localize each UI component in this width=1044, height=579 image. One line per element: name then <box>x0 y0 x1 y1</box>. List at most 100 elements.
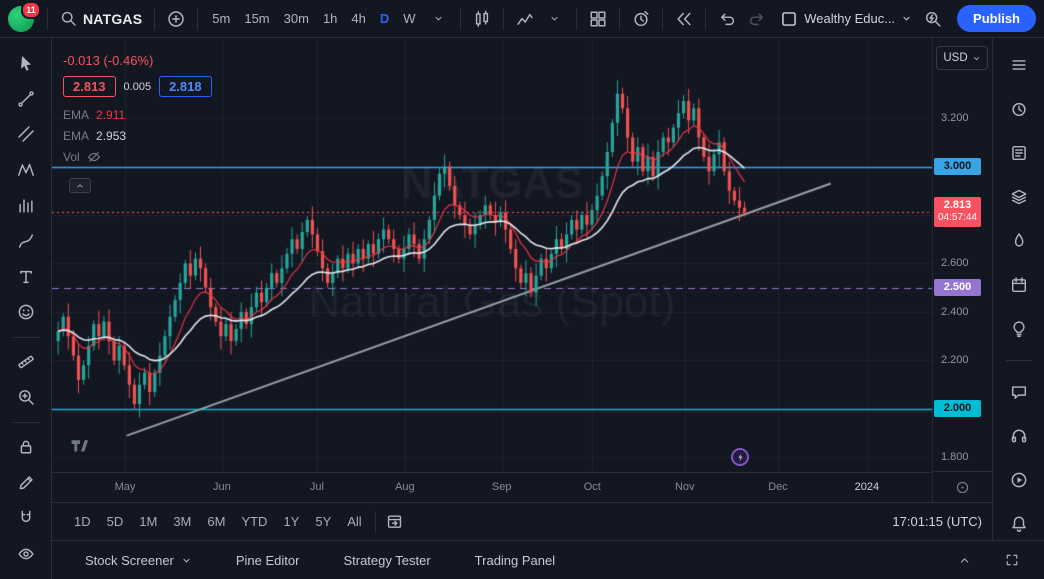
bell-button[interactable] <box>1005 509 1033 539</box>
currency-dropdown[interactable]: USD <box>936 46 988 70</box>
hotlist-button[interactable] <box>1005 226 1033 256</box>
eye-slash-icon[interactable] <box>87 150 101 164</box>
chevron-down-icon <box>433 13 444 24</box>
go-to-date-button[interactable] <box>381 508 409 536</box>
zoom-icon <box>17 388 35 406</box>
legend-collapse-button[interactable] <box>69 178 91 193</box>
bolt-icon <box>735 452 746 463</box>
headset-button[interactable] <box>1005 421 1033 451</box>
range-1d-button[interactable]: 1D <box>66 511 99 532</box>
channel-icon <box>17 125 35 143</box>
stream-button[interactable] <box>1005 465 1033 495</box>
bars-pattern-button[interactable] <box>12 192 40 219</box>
price-line-badge-3.000[interactable]: 3.000 <box>934 158 981 175</box>
sell-price-button[interactable]: 2.813 <box>63 76 116 97</box>
collapse-panel-button[interactable] <box>950 546 978 574</box>
bar-replay-button[interactable] <box>670 5 698 33</box>
buy-price-button[interactable]: 2.818 <box>159 76 212 97</box>
interval-d-button[interactable]: D <box>373 5 396 33</box>
tab-strategy-tester[interactable]: Strategy Tester <box>343 553 430 568</box>
interval-15m-button[interactable]: 15m <box>237 5 276 33</box>
create-alert-button[interactable] <box>627 5 655 33</box>
clock[interactable]: 17:01:15 (UTC) <box>892 514 982 529</box>
xabcd-icon <box>17 161 35 179</box>
range-3m-button[interactable]: 3M <box>165 511 199 532</box>
xabcd-button[interactable] <box>12 157 40 184</box>
zoom-button[interactable] <box>12 384 40 411</box>
range-5d-button[interactable]: 5D <box>99 511 132 532</box>
interval-1h-button[interactable]: 1h <box>316 5 344 33</box>
quick-search-button[interactable] <box>919 5 947 33</box>
pencil-button[interactable] <box>12 469 40 496</box>
interval-w-button[interactable]: W <box>396 5 422 33</box>
chevron-down-icon <box>181 555 192 566</box>
trend-line-button[interactable] <box>12 86 40 113</box>
text-button[interactable] <box>12 263 40 290</box>
indicators-icon <box>516 10 534 28</box>
range-6m-button[interactable]: 6M <box>199 511 233 532</box>
range-1y-button[interactable]: 1Y <box>275 511 307 532</box>
compare-add-symbol-button[interactable] <box>162 5 190 33</box>
alerts-button[interactable] <box>1005 94 1033 124</box>
tab-pine-editor[interactable]: Pine Editor <box>236 553 300 568</box>
channel-button[interactable] <box>12 121 40 148</box>
cursor-button[interactable] <box>12 50 40 77</box>
interval-5m-button[interactable]: 5m <box>205 5 237 33</box>
calendar-button[interactable] <box>1005 270 1033 300</box>
chat-button[interactable] <box>1005 377 1033 407</box>
interval-4h-button[interactable]: 4h <box>344 5 372 33</box>
time-label-oct: Oct <box>584 481 601 493</box>
idea-button[interactable] <box>1005 314 1033 344</box>
range-all-button[interactable]: All <box>339 511 369 532</box>
tab-trading-panel[interactable]: Trading Panel <box>475 553 555 568</box>
magnet-button[interactable] <box>12 505 40 532</box>
interval-dropdown-button[interactable] <box>425 5 453 33</box>
indicators-dropdown-button[interactable] <box>541 5 569 33</box>
chart-style-button[interactable] <box>468 5 496 33</box>
interval-group: 5m15m30m1h4hDW <box>205 5 422 33</box>
undo-button[interactable] <box>713 5 741 33</box>
lock-button[interactable] <box>12 434 40 461</box>
account-avatar[interactable]: 11 <box>8 6 34 32</box>
tradingview-logo[interactable] <box>67 437 93 457</box>
tab-label: Pine Editor <box>236 553 300 568</box>
current-price-badge[interactable]: 2.81304:57:44 <box>934 197 981 227</box>
tab-stock-screener[interactable]: Stock Screener <box>85 553 192 568</box>
redo-button[interactable] <box>743 5 771 33</box>
price-scale[interactable]: USD 3.2002.6002.4002.2001.8003.0002.5002… <box>932 38 992 502</box>
undo-icon <box>718 10 736 28</box>
layout-menu-button[interactable]: Wealthy Educ... <box>775 5 917 33</box>
symbol-search-button[interactable]: NATGAS <box>55 5 147 33</box>
layers-button[interactable] <box>1005 182 1033 212</box>
brush-button[interactable] <box>12 228 40 255</box>
go-to-date-icon <box>386 513 403 530</box>
range-ytd-button[interactable]: YTD <box>233 511 275 532</box>
news-button[interactable] <box>1005 138 1033 168</box>
range-5y-button[interactable]: 5Y <box>307 511 339 532</box>
watchlist-button[interactable] <box>1005 50 1033 80</box>
ema-fast-legend[interactable]: EMA 2.911 <box>63 108 212 122</box>
time-axis[interactable]: MayJunJulAugSepOctNovDec2024 <box>52 472 932 502</box>
calendar-icon <box>1010 276 1028 294</box>
divider <box>375 511 376 533</box>
interval-30m-button[interactable]: 30m <box>277 5 316 33</box>
volume-legend[interactable]: Vol <box>63 150 212 164</box>
publish-button[interactable]: Publish <box>957 5 1036 32</box>
indicators-button[interactable] <box>511 5 539 33</box>
price-line-badge-2.000[interactable]: 2.000 <box>934 400 981 417</box>
range-1m-button[interactable]: 1M <box>131 511 165 532</box>
eye-button[interactable] <box>12 540 40 567</box>
ruler-button[interactable] <box>12 349 40 376</box>
maximize-panel-button[interactable] <box>998 546 1026 574</box>
chart-legend: -0.013 (-0.46%) 2.813 0.005 2.818 EMA 2.… <box>63 53 212 171</box>
ema-slow-legend[interactable]: EMA 2.953 <box>63 129 212 143</box>
watchlist-icon <box>1010 56 1028 74</box>
scale-settings-icon[interactable] <box>955 480 970 495</box>
idea-icon <box>1010 320 1028 338</box>
multichart-layout-button[interactable] <box>584 5 612 33</box>
search-icon <box>60 10 77 27</box>
time-label-jul: Jul <box>310 481 324 493</box>
cursor-icon <box>17 54 35 72</box>
price-line-badge-2.500[interactable]: 2.500 <box>934 279 981 296</box>
emoji-button[interactable] <box>12 299 40 326</box>
